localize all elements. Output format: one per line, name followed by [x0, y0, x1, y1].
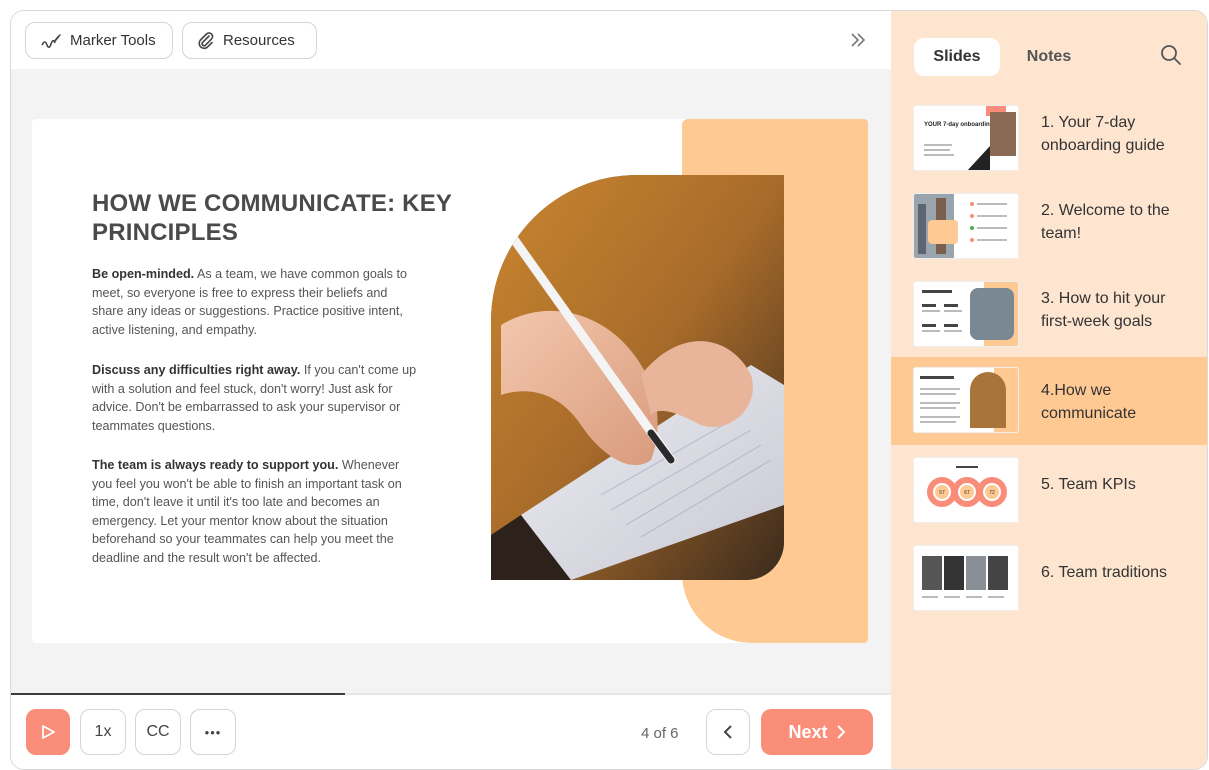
slide-thumbnail [913, 545, 1019, 611]
search-icon[interactable] [1159, 43, 1183, 67]
tab-notes[interactable]: Notes [1011, 38, 1087, 76]
slides-sidebar: Slides Notes YOUR 7-day onboarding guide… [891, 11, 1207, 769]
more-options-button[interactable]: ••• [190, 709, 236, 755]
sidebar-slide-4[interactable]: 4.How we communicate [891, 357, 1207, 445]
tab-slides[interactable]: Slides [914, 38, 1000, 76]
speed-button[interactable]: 1x [80, 709, 126, 755]
paragraph-heading: Discuss any difficulties right away. [92, 363, 301, 377]
paragraph-heading: Be open-minded. [92, 267, 195, 281]
slide-canvas: HOW WE COMMUNICATE: KEY PRINCIPLES Be op… [32, 119, 868, 643]
resources-button[interactable]: Resources [182, 22, 317, 59]
sidebar-slide-3[interactable]: 3. How to hit your first-week goals [891, 275, 1207, 363]
tab-label: Notes [1026, 48, 1072, 65]
chevron-left-icon [723, 725, 732, 739]
page-indicator: 4 of 6 [641, 725, 679, 742]
more-options-icon: ••• [204, 724, 222, 740]
tab-label: Slides [933, 48, 981, 65]
slide-thumbnail [913, 281, 1019, 347]
kpi-value: 72 [989, 490, 995, 496]
marker-tools-button[interactable]: Marker Tools [25, 22, 173, 59]
kpi-value: 67 [964, 490, 970, 496]
paragraph-support: The team is always ready to support you.… [92, 456, 422, 567]
top-toolbar: Marker Tools Resources [11, 11, 891, 69]
slide-thumbnail: YOUR 7-day onboarding guide [913, 105, 1019, 171]
slide-thumbnail [913, 193, 1019, 259]
sidebar-slide-5[interactable]: 57 67 72 5. Team KPIs [891, 451, 1207, 539]
previous-button[interactable] [706, 709, 750, 755]
app-window: Marker Tools Resources HOW WE COMMUNICAT… [10, 10, 1208, 770]
sidebar-slide-1[interactable]: YOUR 7-day onboarding guide 1. Your 7-da… [891, 99, 1207, 187]
slide-title: HOW WE COMMUNICATE: KEY PRINCIPLES [92, 190, 452, 246]
paragraph-body: Whenever you feel you won't be able to f… [92, 458, 402, 565]
sidebar-slide-2[interactable]: 2. Welcome to the team! [891, 187, 1207, 275]
next-button[interactable]: Next [761, 709, 873, 755]
next-label: Next [788, 721, 828, 742]
marker-tools-label: Marker Tools [70, 32, 156, 49]
paperclip-icon [197, 31, 215, 50]
slide-label: 2. Welcome to the team! [1041, 202, 1170, 242]
play-icon [42, 725, 55, 739]
speed-label: 1x [94, 723, 112, 740]
marker-icon [40, 33, 62, 49]
captions-label: CC [146, 723, 170, 740]
chevron-right-icon [836, 725, 845, 739]
resources-label: Resources [223, 32, 295, 49]
player-controls: 1x CC ••• 4 of 6 Next [11, 695, 891, 769]
slide-label: 1. Your 7-day onboarding guide [1041, 114, 1165, 154]
slide-label: 5. Team KPIs [1041, 476, 1136, 493]
kpi-value: 57 [939, 490, 945, 496]
double-chevron-right-icon[interactable] [847, 29, 869, 51]
slide-label: 4.How we communicate [1041, 382, 1137, 422]
sidebar-slide-6[interactable]: 6. Team traditions [891, 539, 1207, 627]
paragraph-heading: The team is always ready to support you. [92, 458, 339, 472]
slide-thumbnail: 57 67 72 [913, 457, 1019, 523]
slide-label: 6. Team traditions [1041, 564, 1167, 581]
paragraph-open-minded: Be open-minded. As a team, we have commo… [92, 265, 422, 339]
play-button[interactable] [26, 709, 70, 755]
slide-thumbnail [913, 367, 1019, 433]
slide-label: 3. How to hit your first-week goals [1041, 290, 1166, 330]
captions-button[interactable]: CC [135, 709, 181, 755]
player-area: Marker Tools Resources HOW WE COMMUNICAT… [11, 11, 891, 769]
slide-photo-writing-hand [491, 175, 784, 580]
paragraph-difficulties: Discuss any difficulties right away. If … [92, 361, 422, 435]
